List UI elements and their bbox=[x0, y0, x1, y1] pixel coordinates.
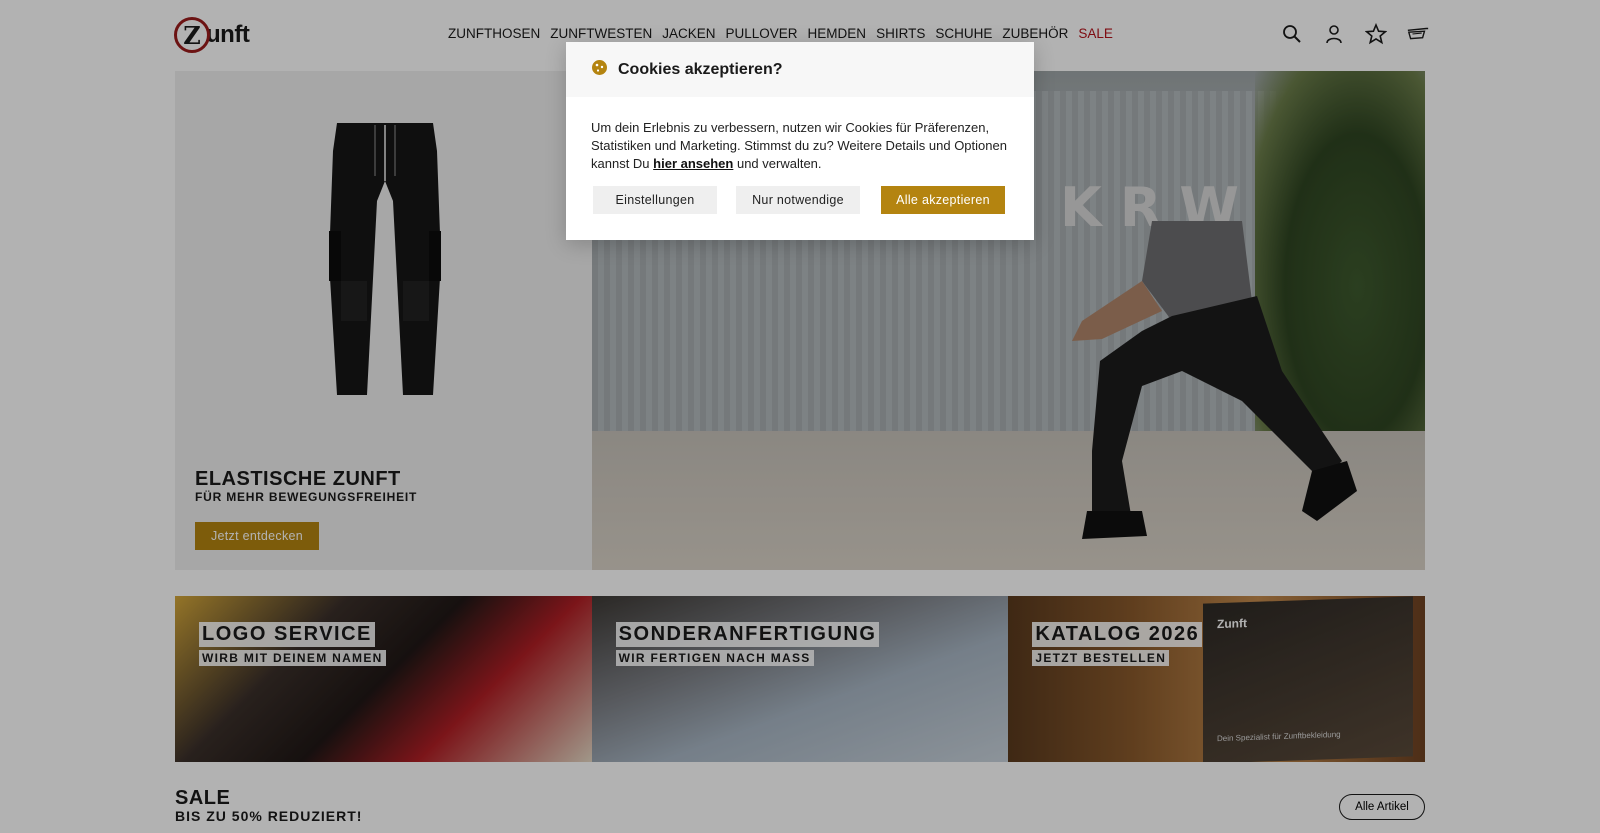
cookie-details-link[interactable]: hier ansehen bbox=[653, 156, 733, 171]
cookie-dialog-text: Um dein Erlebnis zu verbessern, nutzen w… bbox=[566, 97, 1034, 173]
cookie-icon bbox=[591, 59, 608, 81]
cookie-dialog-title: Cookies akzeptieren? bbox=[618, 60, 783, 78]
cookie-accept-all-button[interactable]: Alle akzeptieren bbox=[881, 186, 1005, 214]
cookie-buttons: Einstellungen Nur notwendige Alle akzept… bbox=[593, 186, 1005, 214]
cookie-necessary-button[interactable]: Nur notwendige bbox=[736, 186, 860, 214]
cookie-text-part: und verwalten. bbox=[733, 156, 822, 171]
cookie-dialog: Cookies akzeptieren? Um dein Erlebnis zu… bbox=[566, 42, 1034, 240]
cookie-dialog-header: Cookies akzeptieren? bbox=[566, 42, 1034, 97]
cookie-settings-button[interactable]: Einstellungen bbox=[593, 186, 717, 214]
